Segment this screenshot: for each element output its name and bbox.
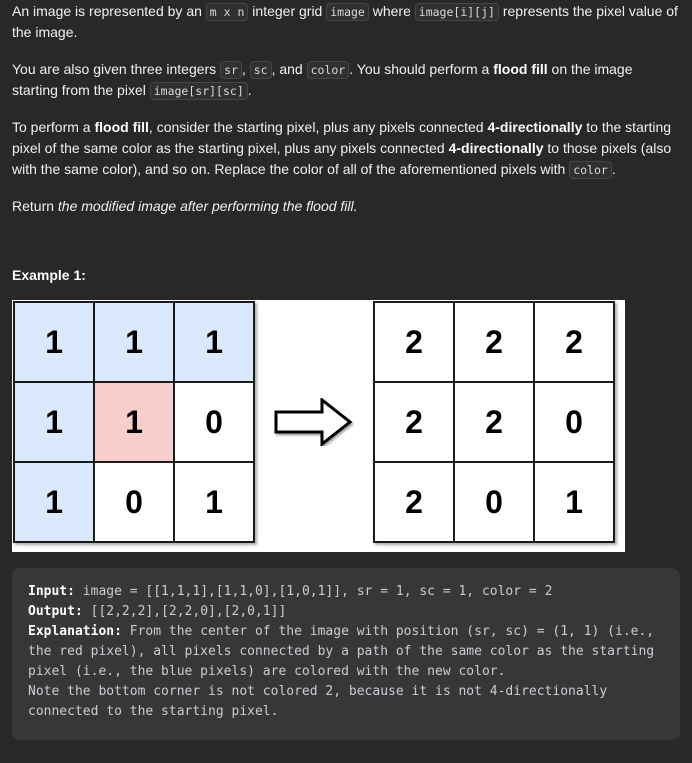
input-grid-cell: 0 [94, 462, 174, 542]
inline-code: m x n [205, 3, 249, 21]
example-io-block: Input: image = [[1,1,1],[1,1,0],[1,0,1]]… [12, 568, 680, 740]
input-grid-cell: 1 [14, 302, 94, 382]
input-grid-cell: 1 [174, 302, 254, 382]
bold-term: flood fill [94, 119, 149, 135]
italic-text: the modified image after performing the … [57, 198, 358, 214]
problem-description: An image is represented by an m x n inte… [0, 0, 692, 740]
description-paragraph-4: Return the modified image after performi… [12, 198, 358, 214]
description-paragraph-2: You are also given three integers sr, sc… [12, 61, 633, 100]
output-grid-cell: 2 [454, 302, 534, 382]
input-grid-cell: 1 [174, 462, 254, 542]
input-grid-cell: 1 [94, 382, 174, 462]
inline-code: image [326, 3, 369, 21]
description-paragraph-3: To perform a flood fill, consider the st… [12, 119, 672, 179]
example-output: Output: [[2,2,2],[2,2,0],[2,0,1]] [28, 604, 287, 619]
output-grid-cell: 2 [374, 462, 454, 542]
bold-term: 4-directionally [487, 119, 583, 135]
input-grid-cell: 1 [94, 302, 174, 382]
input-grid: 111110101 [13, 301, 255, 543]
example-figure: 111110101 222220201 [12, 300, 625, 552]
output-grid-cell: 1 [534, 462, 614, 542]
example-explanation: Explanation: From the center of the imag… [28, 624, 655, 719]
description-paragraph-1: An image is represented by an m x n inte… [12, 3, 678, 40]
output-grid-cell: 2 [374, 382, 454, 462]
bold-term: 4-directionally [448, 140, 544, 156]
example-input: Input: image = [[1,1,1],[1,1,0],[1,0,1]]… [28, 584, 553, 599]
output-grid-cell: 0 [534, 382, 614, 462]
output-grid-cell: 0 [454, 462, 534, 542]
input-grid-cell: 1 [14, 462, 94, 542]
example-title: Example 1: [12, 267, 86, 283]
inline-code: image[sr][sc] [149, 82, 248, 100]
input-grid-cell: 1 [14, 382, 94, 462]
inline-code: image[i][j] [414, 3, 499, 21]
inline-code: sc [249, 61, 272, 79]
inline-code: sr [220, 61, 242, 79]
output-grid: 222220201 [373, 301, 615, 543]
output-grid-cell: 2 [454, 382, 534, 462]
right-arrow-icon [274, 398, 353, 446]
output-grid-cell: 2 [374, 302, 454, 382]
inline-code: color [306, 61, 350, 79]
input-grid-cell: 0 [174, 382, 254, 462]
bold-term: flood fill [493, 61, 548, 77]
output-grid-cell: 2 [534, 302, 614, 382]
inline-code: color [569, 161, 612, 179]
